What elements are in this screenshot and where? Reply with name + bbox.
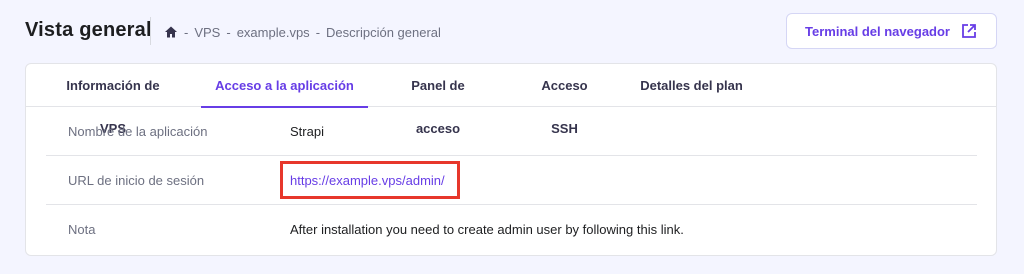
app-name-value: Strapi bbox=[290, 124, 324, 139]
tab-plan-details[interactable]: Detalles del plan bbox=[640, 64, 743, 107]
home-icon[interactable] bbox=[164, 25, 178, 39]
table-row: Nombre de la aplicación Strapi bbox=[46, 107, 977, 156]
breadcrumb-item-server[interactable]: example.vps bbox=[237, 25, 310, 40]
breadcrumb: - VPS - example.vps - Descripción genera… bbox=[164, 23, 441, 41]
tab-ssh-access[interactable]: Acceso SSH bbox=[527, 64, 602, 136]
tab-access-panel[interactable]: Panel de acceso bbox=[388, 64, 488, 136]
table-row: URL de inicio de sesión https://example.… bbox=[46, 156, 977, 205]
breadcrumb-item-vps[interactable]: VPS bbox=[194, 25, 220, 40]
details-table: Nombre de la aplicación Strapi URL de in… bbox=[46, 107, 977, 255]
tab-bar: Información de VPS Acceso a la aplicació… bbox=[26, 64, 996, 136]
breadcrumb-separator: - bbox=[315, 24, 321, 40]
header-divider bbox=[150, 17, 151, 45]
breadcrumb-separator: - bbox=[184, 24, 189, 40]
app-name-label: Nombre de la aplicación bbox=[68, 124, 208, 139]
login-url-label: URL de inicio de sesión bbox=[68, 173, 205, 188]
page-header: Vista general - VPS - example.vps - Desc… bbox=[0, 0, 1024, 62]
note-label: Nota bbox=[68, 222, 96, 237]
tab-vps-info[interactable]: Información de VPS bbox=[54, 64, 172, 136]
page-title: Vista general bbox=[25, 19, 152, 41]
tab-app-access[interactable]: Acceso a la aplicación bbox=[201, 64, 368, 108]
browser-terminal-button[interactable]: Terminal del navegador bbox=[786, 13, 997, 49]
breadcrumb-item-overview: Descripción general bbox=[326, 24, 441, 40]
login-url-link[interactable]: https://example.vps/admin/ bbox=[290, 156, 445, 205]
note-value: After installation you need to create ad… bbox=[290, 222, 684, 237]
breadcrumb-separator: - bbox=[226, 24, 231, 40]
external-link-icon bbox=[960, 22, 978, 40]
browser-terminal-label: Terminal del navegador bbox=[805, 23, 950, 39]
table-row: Nota After installation you need to crea… bbox=[46, 205, 977, 255]
app-access-card: Información de VPS Acceso a la aplicació… bbox=[25, 63, 997, 256]
